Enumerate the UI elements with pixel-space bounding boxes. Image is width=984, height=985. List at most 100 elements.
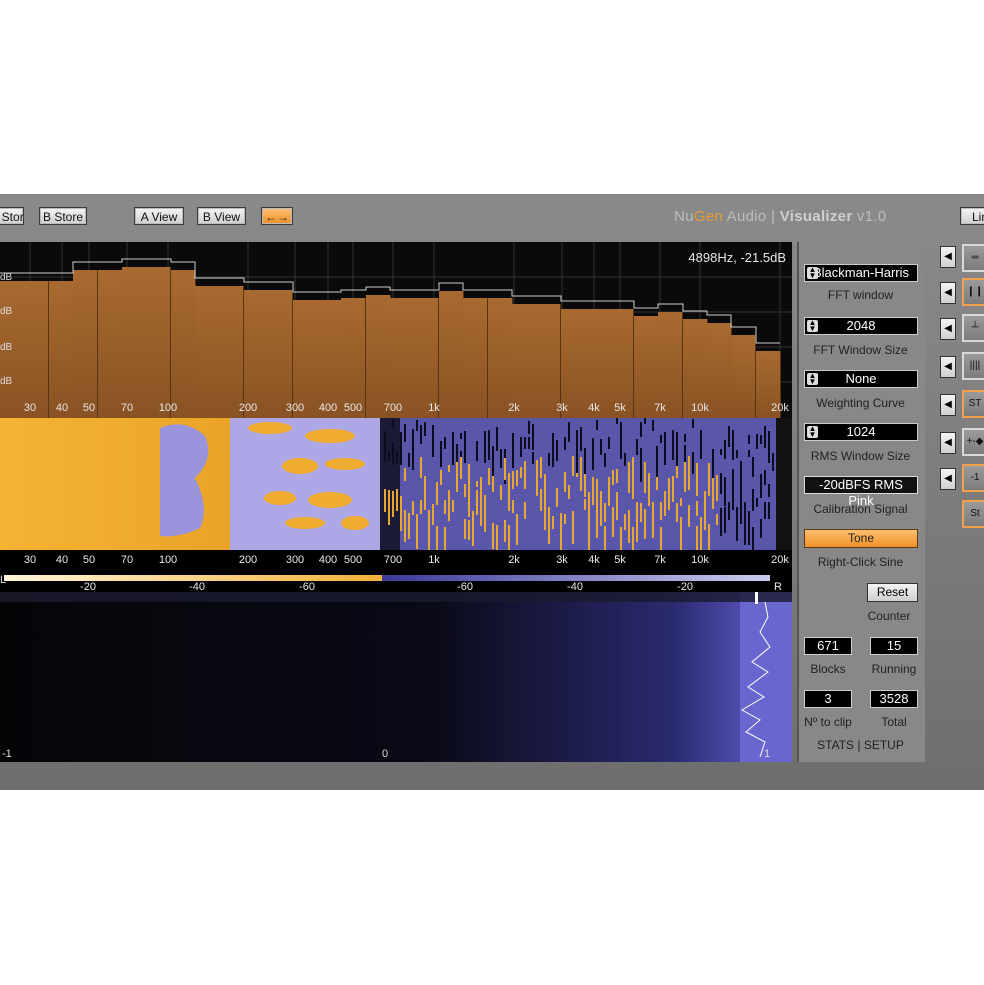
view-tile[interactable]: ST V — [962, 390, 984, 418]
weighting-select[interactable]: ▲ ▼ None — [804, 370, 918, 388]
frequency-label: 3k — [556, 402, 568, 414]
sonogram-streak — [484, 495, 486, 528]
analyzer-display: dB dB dB dB 4898Hz, -21.5dB 30 40 50 70 100 2… — [0, 242, 792, 762]
spin-arrows-icon: ▲ ▼ — [807, 318, 818, 333]
sonogram-streak — [704, 506, 706, 530]
view-tile[interactable]: +-◆ — [962, 428, 984, 456]
reset-button[interactable]: Reset — [867, 583, 918, 602]
view-tile[interactable]: -1 — [962, 464, 984, 492]
sonogram-streak — [476, 481, 478, 487]
frequency-label: 30 — [23, 554, 37, 566]
sonogram-streak — [760, 519, 762, 538]
sonogram-streak — [580, 427, 582, 451]
sonogram-streak — [624, 516, 626, 530]
sonogram-streak — [468, 491, 470, 517]
correlation-history[interactable]: -1 0 1 — [0, 592, 792, 762]
sonogram-streak — [512, 433, 514, 468]
sonogram-streak — [708, 463, 710, 496]
collapse-arrow-icon[interactable]: ◀ — [940, 468, 956, 490]
sonogram-streak — [756, 498, 758, 507]
sonogram-streak — [436, 487, 438, 505]
collapse-arrow-icon[interactable]: ◀ — [940, 246, 956, 268]
sonogram-streak — [576, 455, 578, 473]
sonogram-streak — [500, 449, 502, 455]
spectrum-graph[interactable]: dB dB dB dB 4898Hz, -21.5dB 30 40 50 70 100 2… — [0, 242, 792, 418]
frequency-label: 10k — [691, 402, 709, 414]
sonogram-streak — [488, 430, 490, 460]
sonogram-streak — [404, 468, 406, 481]
sonogram-view[interactable] — [0, 418, 792, 550]
view-tile[interactable]: ═ — [962, 244, 984, 272]
sonogram-streak — [568, 434, 570, 442]
sonogram-streak — [592, 477, 594, 505]
sonogram-streak — [632, 527, 634, 550]
settings-sidebar: ▲ ▼ Blackman-Harris FFT window ▲ ▼ 2048 FFT … — [797, 242, 925, 762]
sonogram-streak — [544, 474, 546, 497]
frequency-label: 7k — [654, 402, 666, 414]
sonogram-streak — [688, 461, 690, 490]
a-view-button[interactable]: A View — [134, 207, 184, 225]
sonogram-streak — [604, 453, 606, 467]
rms-size-select[interactable]: ▲ ▼ 1024 — [804, 423, 918, 441]
frequency-label: 2k — [508, 554, 520, 566]
view-tile[interactable]: ❙❙ — [962, 278, 984, 306]
fft-size-select[interactable]: ▲ ▼ 2048 — [804, 317, 918, 335]
frequency-label: 3k — [556, 554, 568, 566]
total-counter: 3528 — [870, 690, 918, 708]
sonogram-streak — [600, 491, 602, 517]
sonogram-streak — [744, 502, 746, 519]
collapse-arrow-icon[interactable]: ◀ — [940, 318, 956, 340]
b-store-button[interactable]: B Store — [39, 207, 87, 225]
sonogram-streak — [728, 434, 730, 442]
sonogram-streak — [724, 477, 726, 506]
cursor-readout: 4898Hz, -21.5dB — [688, 250, 786, 265]
brand-gen: Gen — [693, 208, 724, 225]
frequency-label: 400 — [318, 554, 338, 566]
frequency-label: 20k — [771, 402, 789, 414]
sonogram-streak — [560, 517, 562, 533]
view-tile[interactable]: St Se — [962, 500, 984, 528]
db-label: dB — [0, 272, 13, 283]
counter-label: Counter — [867, 609, 911, 623]
sonogram-streak — [680, 498, 682, 506]
view-tile[interactable]: ┴ — [962, 314, 984, 342]
fft-window-label: FFT window — [827, 288, 894, 302]
swap-view-button[interactable]: ←→ — [261, 207, 293, 225]
calibration-signal-button[interactable]: -20dBFS RMS Pink — [804, 476, 918, 508]
sonogram-streak — [472, 517, 474, 532]
sonogram-streak — [616, 469, 618, 483]
sonogram-streak — [532, 452, 534, 464]
lin-button[interactable]: Lin — [960, 207, 984, 225]
sonogram-streak — [600, 515, 602, 526]
sonogram-streak — [636, 520, 638, 542]
fft-window-value: Blackman-Harris — [812, 265, 910, 280]
b-view-button[interactable]: B View — [197, 207, 246, 225]
sonogram-streak — [596, 479, 598, 512]
fft-size-label: FFT Window Size — [813, 343, 908, 357]
frequency-label: 40 — [55, 554, 69, 566]
frequency-label: 70 — [120, 402, 134, 414]
sonogram-streak — [756, 434, 758, 440]
stats-setup-tabs[interactable]: STATS | SETUP — [799, 738, 922, 752]
sonogram-streak — [520, 450, 522, 457]
collapse-arrow-icon[interactable]: ◀ — [940, 282, 956, 304]
sonogram-streak — [512, 471, 514, 489]
view-tile[interactable]: |||| — [962, 352, 984, 380]
sonogram-streak — [448, 465, 450, 472]
a-store-button[interactable]: A Store — [0, 207, 24, 225]
sonogram-streak — [652, 519, 654, 538]
tone-button[interactable]: Tone — [804, 529, 918, 548]
fft-window-select[interactable]: ▲ ▼ Blackman-Harris — [804, 264, 918, 282]
sonogram-streak — [764, 502, 766, 519]
brand-nu: Nu — [674, 208, 694, 225]
sonogram-streak — [476, 441, 478, 461]
sonogram-streak — [588, 504, 590, 525]
collapse-arrow-icon[interactable]: ◀ — [940, 432, 956, 454]
frequency-label: 300 — [285, 402, 305, 414]
sonogram-streak — [672, 430, 674, 460]
blocks-label: Blocks — [810, 662, 846, 676]
sonogram-streak — [520, 437, 522, 450]
collapse-arrow-icon[interactable]: ◀ — [940, 356, 956, 378]
collapse-arrow-icon[interactable]: ◀ — [940, 394, 956, 416]
sonogram-streak — [640, 422, 642, 437]
